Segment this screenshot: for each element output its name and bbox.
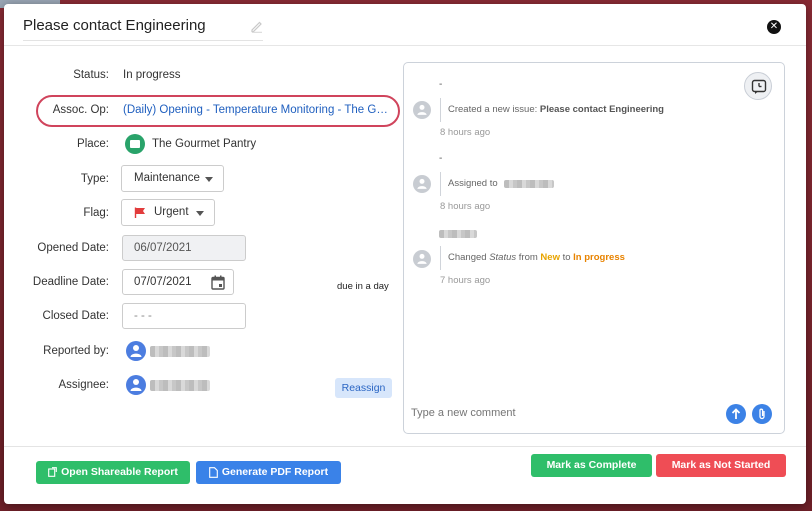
deadline-date-value: 07/07/2021 bbox=[134, 276, 192, 288]
activity-text-3-from: from bbox=[516, 252, 541, 263]
assoc-op-link[interactable]: (Daily) Opening - Temperature Monitoring… bbox=[123, 104, 389, 116]
activity-author-1: - bbox=[439, 79, 443, 90]
document-icon bbox=[209, 466, 218, 478]
activity-panel: - Created a new issue: Please contact En… bbox=[403, 62, 785, 434]
status-new-value: In progress bbox=[573, 252, 625, 263]
external-link-icon bbox=[48, 467, 57, 478]
status-value: In progress bbox=[123, 69, 181, 81]
assignee-name-redacted bbox=[150, 380, 210, 391]
user-icon bbox=[130, 345, 142, 357]
modal-header: Please contact Engineering ✕ bbox=[4, 4, 806, 46]
store-icon bbox=[125, 134, 145, 154]
calendar-icon[interactable] bbox=[211, 275, 225, 290]
activity-author-2: - bbox=[439, 153, 443, 164]
reporter-avatar bbox=[126, 341, 146, 361]
user-icon bbox=[130, 379, 142, 391]
assoc-op-label: Assoc. Op: bbox=[52, 104, 109, 116]
assignee-avatar bbox=[126, 375, 146, 395]
history-icon bbox=[751, 79, 767, 94]
closed-date-label: Closed Date: bbox=[42, 310, 109, 322]
activity-avatar-3 bbox=[413, 250, 431, 268]
mark-not-started-button[interactable]: Mark as Not Started bbox=[656, 454, 786, 477]
close-icon[interactable]: ✕ bbox=[767, 20, 781, 34]
activity-text-3-changed: Changed bbox=[448, 252, 490, 263]
activity-text-1: Created a new issue: Please contact Engi… bbox=[448, 104, 664, 115]
attachment-icon bbox=[759, 408, 765, 420]
activity-text-1-issue: Please contact Engineering bbox=[539, 104, 664, 115]
assignee-label: Assignee: bbox=[58, 379, 109, 391]
activity-time-2: 8 hours ago bbox=[440, 201, 491, 212]
due-text: due in a day bbox=[337, 281, 389, 292]
closed-date-field[interactable]: - - - bbox=[122, 303, 246, 329]
activity-text-1-prefix: Created a new issue: bbox=[448, 104, 540, 115]
open-shareable-report-button[interactable]: Open Shareable Report bbox=[36, 461, 190, 484]
comment-input[interactable] bbox=[411, 407, 711, 419]
chevron-down-icon bbox=[205, 177, 213, 182]
activity-assignee-redacted bbox=[504, 180, 554, 188]
status-old-value: New bbox=[540, 252, 560, 263]
place-label: Place: bbox=[77, 138, 109, 150]
flag-label: Flag: bbox=[83, 207, 109, 219]
activity-time-3: 7 hours ago bbox=[440, 275, 491, 286]
activity-avatar-2 bbox=[413, 175, 431, 193]
edit-icon[interactable] bbox=[250, 19, 264, 33]
mark-complete-button[interactable]: Mark as Complete bbox=[531, 454, 652, 477]
send-comment-button[interactable] bbox=[726, 404, 746, 424]
reported-by-label: Reported by: bbox=[43, 345, 109, 357]
flag-icon bbox=[134, 207, 145, 218]
reassign-button[interactable]: Reassign bbox=[335, 378, 392, 398]
user-icon bbox=[417, 178, 427, 189]
issue-modal: Please contact Engineering ✕ Status: In … bbox=[4, 4, 806, 504]
reporter-name-redacted bbox=[150, 346, 210, 357]
history-button[interactable] bbox=[744, 72, 772, 100]
user-icon bbox=[417, 104, 427, 115]
activity-author-3-redacted bbox=[439, 230, 477, 238]
activity-text-3: Changed Status from New to In progress bbox=[448, 252, 625, 263]
type-value: Maintenance bbox=[134, 172, 200, 184]
generate-pdf-report-button[interactable]: Generate PDF Report bbox=[196, 461, 341, 484]
flag-select[interactable]: Urgent bbox=[121, 199, 215, 226]
generate-pdf-report-label: Generate PDF Report bbox=[221, 466, 329, 478]
flag-value: Urgent bbox=[154, 206, 189, 218]
opened-date-field: 06/07/2021 bbox=[122, 235, 246, 261]
activity-divider-1 bbox=[440, 98, 441, 122]
activity-divider-2 bbox=[440, 172, 441, 196]
chevron-down-icon bbox=[196, 211, 204, 216]
activity-field: Status bbox=[489, 252, 517, 263]
activity-text-3-to: to bbox=[559, 252, 574, 263]
title-underline bbox=[23, 40, 263, 41]
activity-time-1: 8 hours ago bbox=[440, 127, 491, 138]
opened-date-label: Opened Date: bbox=[37, 242, 109, 254]
footer-divider bbox=[4, 446, 806, 447]
type-select[interactable]: Maintenance bbox=[121, 165, 224, 192]
type-label: Type: bbox=[80, 173, 109, 185]
activity-text-2: Assigned to bbox=[448, 178, 498, 189]
place-value: The Gourmet Pantry bbox=[152, 138, 257, 150]
open-shareable-report-label: Open Shareable Report bbox=[61, 466, 178, 478]
activity-avatar-1 bbox=[413, 101, 431, 119]
attach-file-button[interactable] bbox=[752, 404, 772, 424]
activity-divider-3 bbox=[440, 246, 441, 270]
deadline-date-label: Deadline Date: bbox=[32, 276, 109, 288]
status-label: Status: bbox=[73, 69, 109, 81]
deadline-date-field[interactable]: 07/07/2021 bbox=[122, 269, 234, 295]
upload-icon bbox=[731, 408, 741, 419]
user-icon bbox=[417, 253, 427, 264]
issue-title[interactable]: Please contact Engineering bbox=[23, 17, 206, 34]
